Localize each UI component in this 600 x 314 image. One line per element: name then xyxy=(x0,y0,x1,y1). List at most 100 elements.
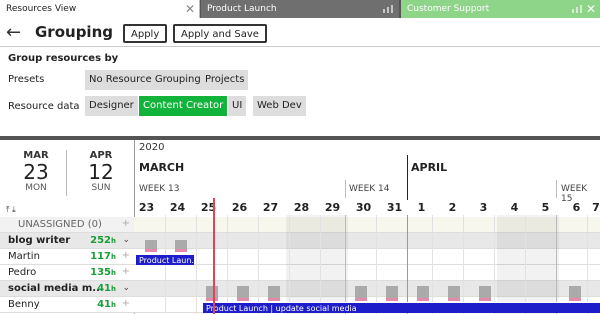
panel-splitter[interactable] xyxy=(0,136,600,140)
apply-and-save-button[interactable]: Apply and Save xyxy=(173,24,267,43)
workload-bar xyxy=(386,286,398,301)
tab-customer-support[interactable]: Customer Support ✕ xyxy=(401,0,600,18)
grid-month-line xyxy=(407,215,408,314)
resource-data-designer[interactable]: Designer xyxy=(85,96,138,116)
tab-product-launch[interactable]: Product Launch xyxy=(201,0,399,18)
month-divider xyxy=(407,155,408,200)
group-row-social-media[interactable]: social media m... 41h ⌄ xyxy=(0,281,134,297)
weekend-shade xyxy=(497,215,559,314)
day-cell: 28 xyxy=(293,201,310,214)
week-13: WEEK 13 xyxy=(139,184,180,194)
resource-data-label: Resource data xyxy=(8,101,80,112)
row-name: Benny xyxy=(8,299,40,310)
grid-week-line xyxy=(345,215,346,314)
resource-row-benny[interactable]: Benny 41h + xyxy=(0,297,134,313)
workload-bar xyxy=(175,240,187,252)
row-name: Martin xyxy=(8,251,40,262)
week-divider xyxy=(345,180,346,198)
day-row: 23 24 25 26 27 28 29 30 31 1 2 3 4 5 6 7 xyxy=(134,199,600,215)
day-cell: 4 xyxy=(510,201,519,214)
grid-column-line xyxy=(587,215,588,314)
tab-label: Product Launch xyxy=(207,4,277,14)
row-name: Pedro xyxy=(8,267,37,278)
resource-row-pedro[interactable]: Pedro 135h + xyxy=(0,265,134,281)
grid-column-line xyxy=(525,215,526,314)
day-cell: 24 xyxy=(169,201,186,214)
day-cell: 6 xyxy=(572,201,581,214)
workload-bar xyxy=(355,286,367,301)
month-april: APRIL xyxy=(411,161,448,174)
resource-data-ui[interactable]: UI xyxy=(228,96,247,116)
back-arrow-icon[interactable]: ← xyxy=(6,22,21,43)
chart-icon xyxy=(572,5,582,13)
end-day: 12 xyxy=(88,160,114,184)
row-hours: 117h xyxy=(90,251,116,262)
day-cell: 23 xyxy=(138,201,155,214)
add-icon[interactable]: + xyxy=(122,250,130,261)
row-name: social media m... xyxy=(8,283,104,294)
start-day: 23 xyxy=(23,160,49,184)
weekend-shade xyxy=(286,215,348,314)
task-bar[interactable]: Product Launch | update social media xyxy=(203,302,600,313)
tab-bar: Resources View ✕ Product Launch Customer… xyxy=(0,0,600,18)
day-cell: 27 xyxy=(262,201,279,214)
grid-column-line xyxy=(494,215,495,314)
today-marker xyxy=(213,198,215,314)
expand-collapse-icon[interactable]: ⤒ ⤓ xyxy=(6,205,16,215)
task-bar[interactable]: Product Laun... xyxy=(136,254,194,265)
end-weekday: SUN xyxy=(91,183,111,193)
row-name: blog writer xyxy=(8,235,71,246)
tab-label: Resources View xyxy=(6,4,77,14)
tab-resources-view[interactable]: Resources View ✕ xyxy=(0,0,200,18)
day-cell: 25 xyxy=(200,201,217,214)
row-hours: 41h xyxy=(97,283,116,294)
grouping-title: Group resources by xyxy=(8,53,119,64)
day-cell: 29 xyxy=(324,201,341,214)
resource-row-martin[interactable]: Martin 117h + xyxy=(0,249,134,265)
workload-bar xyxy=(237,286,249,301)
page-title: Grouping xyxy=(35,23,113,41)
workload-bar xyxy=(417,286,429,301)
grid-column-line xyxy=(463,215,464,314)
row-hours: 41h xyxy=(97,299,116,310)
day-cell: 1 xyxy=(417,201,426,214)
apply-button[interactable]: Apply xyxy=(123,24,168,43)
end-date[interactable]: APR 12 SUN xyxy=(71,150,131,193)
tab-label: Customer Support xyxy=(407,4,490,14)
workload-bar xyxy=(479,286,491,301)
month-march: MARCH xyxy=(139,161,185,174)
row-hours: 135h xyxy=(90,267,116,278)
workload-bar xyxy=(206,286,218,301)
start-date[interactable]: MAR 23 MON xyxy=(6,150,66,193)
resource-data-web-dev[interactable]: Web Dev xyxy=(253,96,306,116)
group-row-blog-writer[interactable]: blog writer 252h ⌄ xyxy=(0,233,134,249)
day-cell: 2 xyxy=(448,201,457,214)
chevron-down-icon[interactable]: ⌄ xyxy=(122,283,130,293)
day-cell: 7 xyxy=(592,201,600,214)
grid-column-line xyxy=(289,215,290,314)
grid-column-line xyxy=(258,215,259,314)
grid-column-line xyxy=(196,215,197,314)
close-icon[interactable]: ✕ xyxy=(185,0,195,18)
chevron-down-icon[interactable]: ⌄ xyxy=(122,235,130,245)
row-name: UNASSIGNED (0) xyxy=(18,219,102,230)
preset-projects[interactable]: Projects xyxy=(201,70,249,90)
close-icon[interactable]: ✕ xyxy=(586,0,596,18)
day-cell: 26 xyxy=(231,201,248,214)
add-icon[interactable]: + xyxy=(122,298,130,309)
add-icon[interactable]: + xyxy=(122,218,130,229)
workload-bar xyxy=(145,240,157,252)
row-unassigned[interactable]: UNASSIGNED (0) + xyxy=(0,217,134,233)
workload-bar xyxy=(268,286,280,301)
grid-column-line xyxy=(432,215,433,314)
preset-no-resource-grouping[interactable]: No Resource Grouping xyxy=(85,70,205,90)
grid-column-line xyxy=(227,215,228,314)
day-cell: 30 xyxy=(355,201,372,214)
start-weekday: MON xyxy=(25,183,47,193)
grid-column-line xyxy=(376,215,377,314)
workload-bar xyxy=(448,286,460,301)
resource-data-content-creator[interactable]: Content Creator xyxy=(139,96,228,116)
grid-week-line xyxy=(556,215,557,314)
add-icon[interactable]: + xyxy=(122,266,130,277)
chart-icon xyxy=(383,5,393,13)
